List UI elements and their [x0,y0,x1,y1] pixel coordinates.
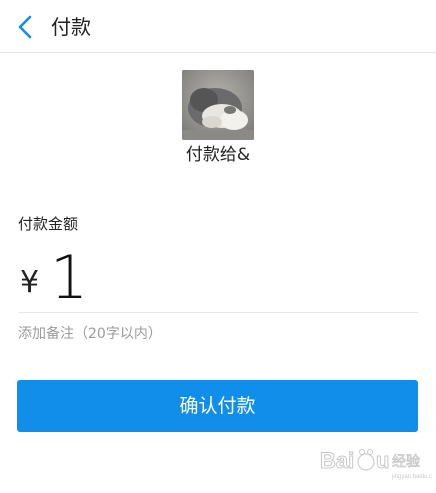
chevron-left-icon [18,15,32,39]
amount-value: 1 [50,243,89,313]
baidu-watermark-logo: Bai u 经验 jingyan.baidu.com [320,440,432,484]
svg-text:jingyan.baidu.com: jingyan.baidu.com [391,474,432,480]
svg-text:u: u [376,448,389,473]
confirm-payment-button[interactable]: 确认付款 [17,380,418,432]
page-title: 付款 [51,15,91,39]
svg-text:经验: 经验 [392,454,420,470]
amount-input[interactable]: ¥ 1 [18,243,418,313]
payee-avatar [182,70,254,140]
payee-name: 付款给& [185,145,251,165]
remark-field[interactable]: 添加备注（20字以内） [18,324,162,344]
amount-label: 付款金额 [18,215,79,233]
back-button[interactable] [12,13,38,41]
top-bar: 付款 [0,0,436,53]
svg-text:Bai: Bai [320,448,354,473]
currency-symbol: ¥ [20,265,40,300]
